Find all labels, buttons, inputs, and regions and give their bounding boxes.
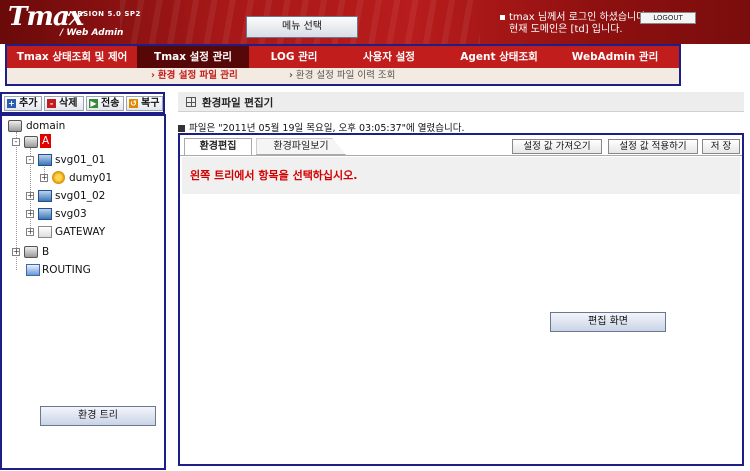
send-button[interactable]: ▶ 전송 (86, 96, 124, 111)
delete-button[interactable]: - 삭제 (44, 96, 84, 111)
logout-button[interactable]: LOGOUT (640, 12, 696, 24)
server-group-icon (38, 208, 52, 220)
current-domain-text: 현재 도메인은 [td] 입니다. (509, 24, 623, 35)
nav-item-log[interactable]: LOG 관리 (249, 46, 339, 68)
add-button[interactable]: + 추가 (4, 96, 42, 111)
file-info: 파일은 "2011년 05월 19일 목요일, 오후 03:05:37"에 열렸… (178, 120, 465, 134)
routing-icon (26, 264, 40, 276)
drive-icon (24, 246, 38, 258)
tab-config-file-view[interactable]: 환경파일보기 (256, 138, 346, 155)
bullet-icon (500, 14, 505, 20)
header: Tmax VERSION 5.0 SP2 / Web Admin 메뉴 선택 t… (0, 0, 750, 44)
collapse-icon: - (12, 138, 20, 146)
nav-item-agent-status[interactable]: Agent 상태조회 (439, 46, 559, 68)
nav-bar: Tmax 상태조회 및 제어 Tmax 설정 관리 LOG 관리 사용자 설정 … (7, 46, 679, 68)
expand-icon: + (26, 209, 34, 218)
subnav-config-file-manage[interactable]: › 환경 설정 파일 관리 (151, 68, 238, 84)
login-info: tmax 님께서 로그인 하셨습니다. 현재 도메인은 [td] 입니다. (500, 12, 649, 36)
plus-icon: + (7, 99, 16, 108)
expand-icon: + (12, 247, 20, 256)
menu-select-button[interactable]: 메뉴 선택 (246, 16, 358, 38)
get-settings-button[interactable]: 설정 값 가져오기 (512, 139, 602, 154)
tree-panel: domain - A - svg01_01 + dumy01 + svg01_0… (0, 114, 166, 470)
select-item-message: 왼쪽 트리에서 항목을 선택하십시오. (190, 169, 358, 182)
collapse-icon: - (26, 156, 34, 164)
restore-icon: ↺ (129, 99, 138, 108)
editor-title: 환경파일 편집기 (202, 97, 274, 109)
tree-label-button: 환경 트리 (40, 406, 156, 426)
grid-icon (186, 97, 196, 107)
editor-title-bar: 환경파일 편집기 (178, 92, 744, 112)
apply-settings-button[interactable]: 설정 값 적용하기 (608, 139, 698, 154)
nav-item-webadmin[interactable]: WebAdmin 관리 (559, 46, 671, 68)
arrow-right-icon: › (289, 70, 293, 81)
expand-icon: + (26, 227, 34, 236)
editor-panel: 환경파일보기 환경편집 설정 값 가져오기 설정 값 적용하기 저 장 왼쪽 트… (178, 133, 744, 466)
tree-toolbar: + 추가 - 삭제 ▶ 전송 ↺ 복구 (0, 92, 165, 114)
drive-icon (8, 120, 22, 132)
arrow-right-icon: › (151, 70, 155, 81)
expand-icon: + (40, 173, 48, 182)
tab-config-edit[interactable]: 환경편집 (184, 138, 252, 155)
minus-icon: - (47, 99, 56, 108)
send-icon: ▶ (89, 99, 98, 108)
tab-divider (180, 155, 742, 156)
expand-icon: + (26, 191, 34, 200)
tree-guide-line (16, 132, 17, 254)
bullet-icon (178, 125, 185, 132)
save-button[interactable]: 저 장 (702, 139, 740, 154)
nav-item-status[interactable]: Tmax 상태조회 및 제어 (7, 46, 137, 68)
logo-version: VERSION 5.0 SP2 (66, 10, 141, 18)
sub-navigation: › 환경 설정 파일 관리 › 환경 설정 파일 이력 조회 (7, 68, 679, 84)
server-process-icon (52, 171, 65, 184)
login-status-text: tmax 님께서 로그인 하셨습니다. (509, 12, 649, 23)
drive-icon (24, 136, 38, 148)
edit-screen-label: 편집 화면 (550, 312, 666, 332)
page: Tmax VERSION 5.0 SP2 / Web Admin 메뉴 선택 t… (0, 0, 750, 471)
editor-message-area: 왼쪽 트리에서 항목을 선택하십시오. (182, 157, 740, 194)
restore-button[interactable]: ↺ 복구 (126, 96, 163, 111)
logo-subtitle: / Web Admin (60, 28, 124, 38)
server-group-icon (38, 154, 52, 166)
subnav-config-file-history[interactable]: › 환경 설정 파일 이력 조회 (289, 68, 395, 84)
nav-item-settings[interactable]: Tmax 설정 관리 (137, 46, 249, 68)
server-group-icon (38, 190, 52, 202)
gateway-icon (38, 226, 52, 238)
nav-item-user-settings[interactable]: 사용자 설정 (339, 46, 439, 68)
main-navigation: Tmax 상태조회 및 제어 Tmax 설정 관리 LOG 관리 사용자 설정 … (5, 44, 681, 86)
